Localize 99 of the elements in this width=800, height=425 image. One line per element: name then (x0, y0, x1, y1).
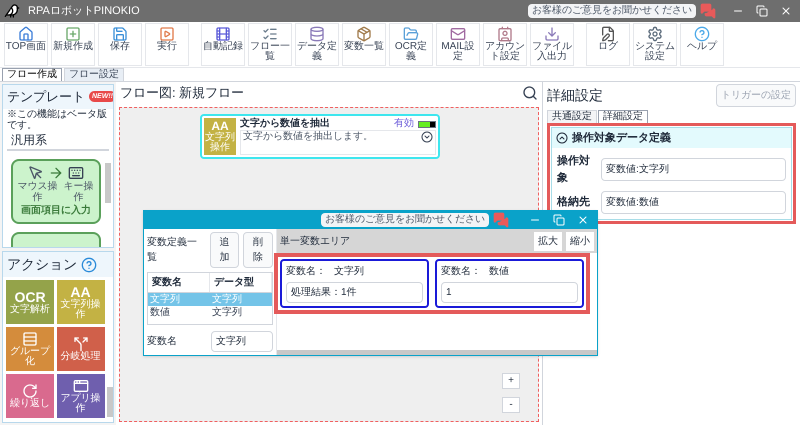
input-field[interactable]: 変数値:文字列 (601, 158, 786, 181)
toolbar-button[interactable]: フロー一覧 (248, 23, 292, 66)
zoom-button[interactable]: - (502, 397, 520, 413)
settings-tab[interactable]: 共通設定 (547, 110, 597, 123)
settings-tab[interactable]: 詳細設定 (598, 110, 648, 123)
step-label: キー操作 (62, 180, 95, 202)
scrollbar[interactable] (105, 162, 111, 202)
restore-icon[interactable] (553, 214, 565, 226)
zoom-button[interactable]: + (502, 373, 520, 389)
pen-document-icon (600, 26, 616, 42)
variable-name: 文字列 (334, 264, 364, 279)
input-field[interactable]: 変数値:数値 (601, 191, 786, 214)
beta-note: ※この機能はベータ版です。 (6, 108, 108, 130)
mouse-pointer-icon (28, 164, 44, 180)
mode-tab[interactable]: フロー作成 (2, 68, 62, 81)
column-header: 変数名 (148, 273, 210, 292)
list-button[interactable]: 削除 (243, 232, 273, 268)
toolbar-button[interactable]: アカウント設定 (483, 23, 527, 66)
field-label: 変数名 (147, 334, 178, 349)
group-frame-icon (22, 331, 38, 347)
window-title: RPAロボットPINOKIO (28, 4, 140, 19)
template-card[interactable]: マウス操作 キー操作 画面項目に入力 (11, 158, 101, 224)
toolbar-button[interactable]: 実行 (145, 23, 189, 66)
variable-name: 数値 (489, 265, 509, 279)
toolbar-button[interactable]: 変数一覧 (342, 23, 386, 66)
input-field[interactable]: 1 (441, 282, 578, 303)
list-icon (262, 26, 278, 42)
keyboard-icon (68, 164, 84, 180)
field-label: 格納先 (557, 194, 591, 210)
node-description: 文字から数値を抽出します。 (243, 131, 373, 144)
close-icon[interactable] (780, 5, 792, 17)
search-icon[interactable] (522, 85, 538, 101)
enabled-label: 有効 (394, 119, 414, 129)
toggle-switch[interactable] (418, 120, 436, 128)
plus-icon (65, 26, 81, 42)
feedback-link[interactable]: お客様のご意見をお聞かせください (528, 4, 696, 18)
contact-card-icon (497, 26, 513, 42)
flow-node[interactable]: AA 文字列操作 文字から数値を抽出 有効 文字から数値を抽出します。 (200, 114, 440, 159)
box-icon (356, 26, 372, 42)
area-button[interactable]: 拡大 (534, 232, 562, 250)
table-row[interactable]: 数値 文字列 (148, 306, 272, 319)
area-button[interactable]: 縮小 (566, 232, 594, 250)
mode-tab[interactable]: フロー設定 (64, 68, 124, 81)
database-icon (309, 26, 325, 42)
help-icon (694, 26, 710, 42)
floppy-icon (112, 26, 128, 42)
action-tile[interactable]: アプリ操作 (56, 374, 105, 418)
toolbar-button[interactable]: 保存 (98, 23, 142, 66)
toolbar-button[interactable]: システム設定 (633, 23, 677, 66)
node-category-tile: AA 文字列操作 (204, 118, 236, 155)
download-icon (544, 26, 560, 42)
chevron-down-icon[interactable] (421, 131, 433, 143)
field-label: 操作対象 (557, 154, 591, 186)
scrollbar[interactable] (277, 350, 597, 355)
loop-arrow-icon (22, 383, 38, 399)
input-field[interactable]: 文字列 (211, 331, 273, 352)
restore-icon[interactable] (756, 5, 768, 17)
toolbar-button[interactable]: 新規作成 (51, 23, 95, 66)
toolbar-button[interactable]: TOP画面 (4, 23, 48, 66)
bird-logo-icon (4, 3, 20, 19)
folder-icon (403, 26, 419, 42)
close-icon[interactable] (577, 214, 589, 226)
toolbar-button[interactable]: ファイル入出力 (530, 23, 574, 66)
windows-icon (72, 378, 89, 394)
flow-title: フロー図: 新規フロー (120, 84, 244, 102)
arrow-icon (48, 164, 64, 180)
envelope-icon (450, 26, 466, 42)
area-title: 単一変数エリア (280, 234, 350, 248)
variable-label: 変数名： (441, 264, 481, 279)
template-title: 画面項目に入力 (21, 204, 91, 218)
film-icon (215, 26, 231, 42)
toolbar-button[interactable]: OCR定義 (389, 23, 433, 66)
column-header: データ型 (210, 273, 272, 292)
branch-arrow-icon (72, 336, 89, 352)
step-label: マウス操作 (17, 180, 58, 202)
toolbar-button[interactable]: ヘルプ (680, 23, 724, 66)
home-icon (18, 26, 34, 42)
section-header[interactable]: 操作対象データ定義 (552, 128, 791, 148)
list-button[interactable]: 追加 (210, 232, 240, 268)
node-title: 文字から数値を抽出 (240, 118, 330, 130)
chevron-up-icon[interactable] (556, 132, 568, 144)
variable-label: 変数名： (286, 264, 326, 279)
settings-icon (647, 26, 663, 42)
panel-title: アクション (7, 255, 77, 274)
category-heading: 汎用系 (7, 130, 109, 150)
panel-title: テンプレート (7, 88, 85, 106)
list-title: 変数定義一覧 (147, 236, 198, 265)
help-icon[interactable] (81, 256, 97, 272)
play-icon (159, 26, 175, 42)
feedback-link[interactable]: お客様のご意見をお聞かせください (321, 213, 489, 227)
toolbar-button[interactable]: ログ (586, 23, 630, 66)
toolbar-button[interactable]: 自動記録 (201, 23, 245, 66)
panel-title: 詳細設定 (547, 86, 603, 104)
toolbar-button[interactable]: MAIL設定 (436, 23, 480, 66)
scrollbar[interactable] (107, 387, 113, 417)
action-tile[interactable]: 分岐処理 (56, 327, 105, 371)
input-field[interactable]: 処理結果：1件 (286, 282, 423, 303)
section-title: 操作対象データ定義 (572, 130, 671, 146)
toolbar-button[interactable]: データ定義 (295, 23, 339, 66)
